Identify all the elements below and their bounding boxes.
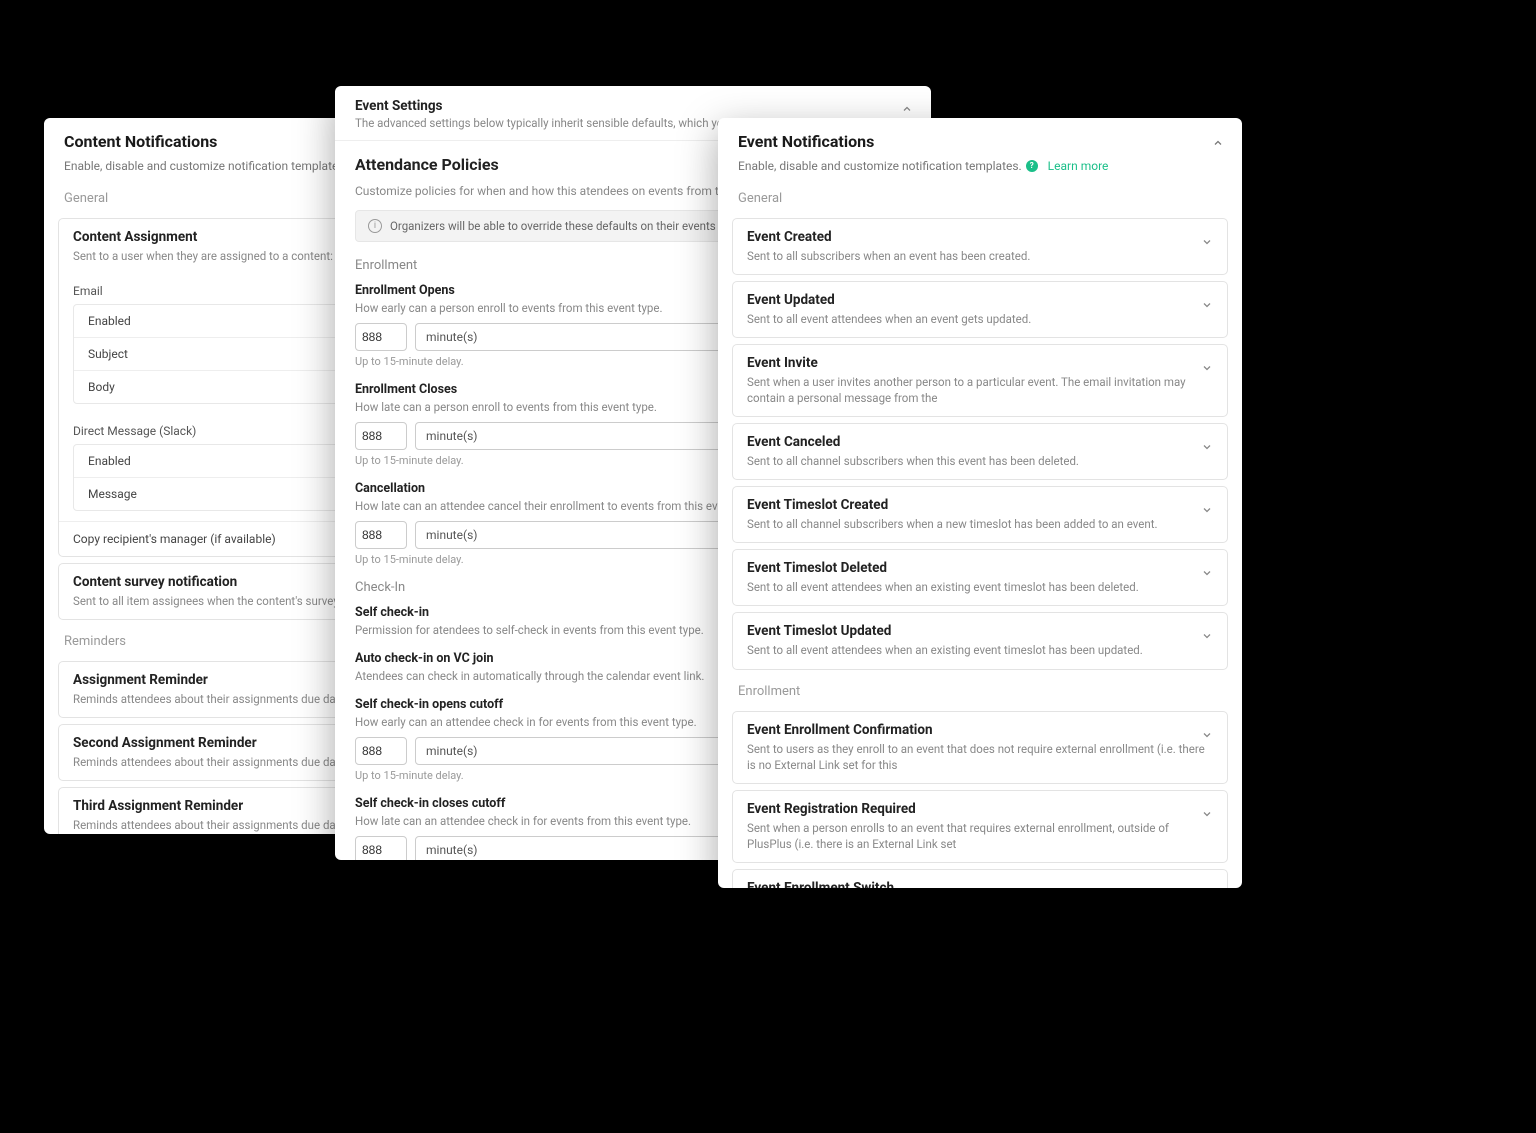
- info-icon: ?: [1026, 160, 1038, 172]
- chevron-up-icon[interactable]: [1212, 134, 1224, 153]
- panel-subtitle-row: Enable, disable and customize notificati…: [738, 155, 1222, 175]
- chevron-down-icon: [1201, 564, 1213, 583]
- panel-subtitle: Enable, disable and customize notificati…: [64, 159, 348, 173]
- card-title: Event Timeslot Updated: [747, 623, 1213, 639]
- card-desc: Sent to all channel subscribers when a n…: [747, 516, 1213, 532]
- chevron-down-icon: [1201, 805, 1213, 824]
- card-title: Event Timeslot Created: [747, 497, 1213, 513]
- chevron-down-icon: [1201, 233, 1213, 252]
- notification-card[interactable]: Event Canceled Sent to all channel subscr…: [732, 423, 1228, 480]
- notification-card[interactable]: Event Created Sent to all subscribers whe…: [732, 218, 1228, 275]
- chevron-down-icon: [1201, 438, 1213, 457]
- card-desc: Sent to all channel subscribers when thi…: [747, 453, 1213, 469]
- panel-title: Event Notifications: [738, 132, 1222, 151]
- section-enrollment-label: Enrollment: [718, 676, 1242, 705]
- number-input[interactable]: [355, 422, 407, 450]
- panel-header: Event Notifications Enable, disable and …: [718, 118, 1242, 183]
- notification-card[interactable]: Event Enrollment Confirmation Sent to use…: [732, 711, 1228, 784]
- number-input[interactable]: [355, 737, 407, 765]
- chevron-down-icon: [1201, 884, 1213, 888]
- notification-card[interactable]: Event Invite Sent when a user invites ano…: [732, 344, 1228, 417]
- card-title: Event Enrollment Confirmation: [747, 722, 1213, 738]
- card-title: Event Updated: [747, 292, 1213, 308]
- chevron-down-icon: [1201, 627, 1213, 646]
- card-desc: Sent when a user invites another person …: [747, 374, 1213, 406]
- card-title: Event Enrollment Switch: [747, 880, 1213, 888]
- panel-subtitle: Enable, disable and customize notificati…: [738, 159, 1022, 173]
- card-desc: Sent to users as they enroll to an event…: [747, 741, 1213, 773]
- chevron-up-icon[interactable]: [901, 100, 913, 119]
- card-title: Event Invite: [747, 355, 1213, 371]
- card-desc: Sent to all event attendees when an even…: [747, 311, 1213, 327]
- notification-card[interactable]: Event Updated Sent to all event attendees…: [732, 281, 1228, 338]
- notification-card[interactable]: Event Timeslot Updated Sent to all event …: [732, 612, 1228, 669]
- notification-card[interactable]: Event Registration Required Sent when a p…: [732, 790, 1228, 863]
- chevron-down-icon: [1201, 501, 1213, 520]
- number-input[interactable]: [355, 836, 407, 860]
- info-icon: i: [368, 219, 382, 233]
- number-input[interactable]: [355, 323, 407, 351]
- notification-card[interactable]: Event Timeslot Created Sent to all channe…: [732, 486, 1228, 543]
- chevron-down-icon: [1201, 296, 1213, 315]
- notification-card[interactable]: Event Timeslot Deleted Sent to all event …: [732, 549, 1228, 606]
- card-title: Event Timeslot Deleted: [747, 560, 1213, 576]
- event-notifications-panel: Event Notifications Enable, disable and …: [718, 118, 1242, 888]
- card-desc: Sent when a person enrolls to an event t…: [747, 820, 1213, 852]
- section-general-label: General: [718, 183, 1242, 212]
- learn-more-link[interactable]: Learn more: [1048, 159, 1109, 173]
- info-text: Organizers will be able to override thes…: [390, 219, 749, 233]
- number-input[interactable]: [355, 521, 407, 549]
- es-title: Event Settings: [355, 98, 911, 114]
- chevron-down-icon: [1201, 359, 1213, 378]
- chevron-down-icon: [1201, 726, 1213, 745]
- card-desc: Sent to all subscribers when an event ha…: [747, 248, 1213, 264]
- card-title: Event Registration Required: [747, 801, 1213, 817]
- card-title: Event Created: [747, 229, 1213, 245]
- card-desc: Sent to all event attendees when an exis…: [747, 579, 1213, 595]
- notification-card[interactable]: Event Enrollment SwitchSent when attende…: [732, 869, 1228, 888]
- card-title: Event Canceled: [747, 434, 1213, 450]
- card-desc: Sent to all event attendees when an exis…: [747, 642, 1213, 658]
